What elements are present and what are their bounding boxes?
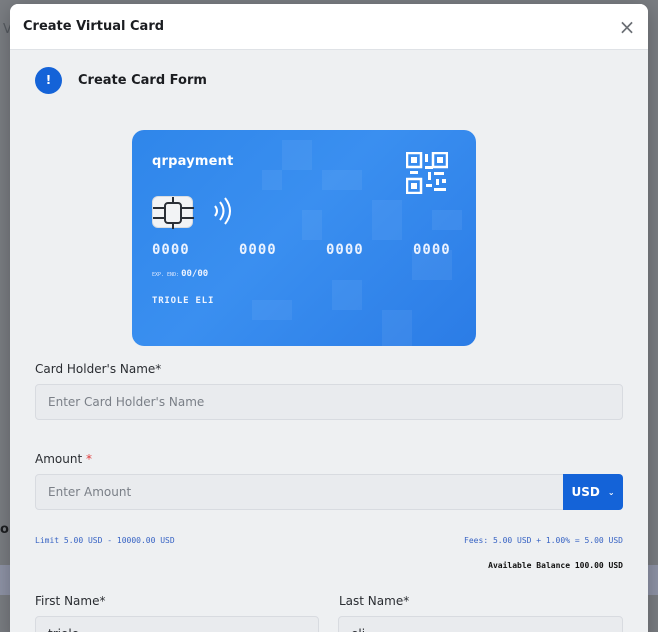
modal-body: ! Create Card Form qrpayment 0000 0000 0…	[10, 66, 648, 632]
card-number-group: 0000	[326, 242, 364, 258]
card-holder-name: TRIOLE ELI	[152, 296, 215, 306]
card-holder-input[interactable]	[35, 384, 623, 420]
backdrop-strip	[648, 565, 658, 595]
card-holder-label: Card Holder's Name*	[35, 362, 162, 376]
card-number-group: 0000	[152, 242, 190, 258]
amount-label: Amount *	[35, 452, 92, 466]
contactless-icon	[214, 197, 231, 225]
amount-label-text: Amount	[35, 452, 83, 466]
currency-select[interactable]: USD ⌄	[563, 474, 623, 510]
info-icon: !	[35, 66, 62, 94]
card-number-group: 0000	[413, 242, 451, 258]
close-icon[interactable]: ×	[618, 17, 636, 37]
limit-text: Limit 5.00 USD - 10000.00 USD	[35, 536, 175, 545]
form-title: Create Card Form	[78, 72, 207, 88]
expiry-value: 00/00	[181, 269, 209, 279]
virtual-card-preview: qrpayment 0000 0000 0000 0000 EXP. END: …	[132, 130, 476, 346]
chip-icon	[152, 196, 194, 229]
first-name-input[interactable]	[35, 616, 319, 632]
modal-header: Create Virtual Card ×	[10, 4, 648, 50]
modal-title: Create Virtual Card	[23, 19, 165, 34]
required-marker: *	[85, 452, 92, 466]
form-header: ! Create Card Form	[35, 66, 623, 94]
first-name-label: First Name*	[35, 594, 106, 608]
fees-text: Fees: 5.00 USD + 1.00% = 5.00 USD	[464, 536, 623, 545]
expiry-label: EXP. END:	[152, 272, 180, 278]
last-name-label: Last Name*	[339, 594, 410, 608]
chevron-down-icon: ⌄	[607, 487, 615, 497]
create-virtual-card-modal: Create Virtual Card × ! Create Card Form…	[10, 4, 648, 632]
qr-code-icon	[406, 152, 448, 194]
card-brand: qrpayment	[152, 154, 234, 169]
card-number-group: 0000	[239, 242, 277, 258]
last-name-input[interactable]	[338, 616, 623, 632]
amount-input[interactable]	[35, 474, 564, 510]
available-balance: Available Balance 100.00 USD	[488, 561, 623, 570]
currency-value: USD	[571, 485, 600, 499]
card-expiry: EXP. END: 00/00	[152, 269, 208, 279]
